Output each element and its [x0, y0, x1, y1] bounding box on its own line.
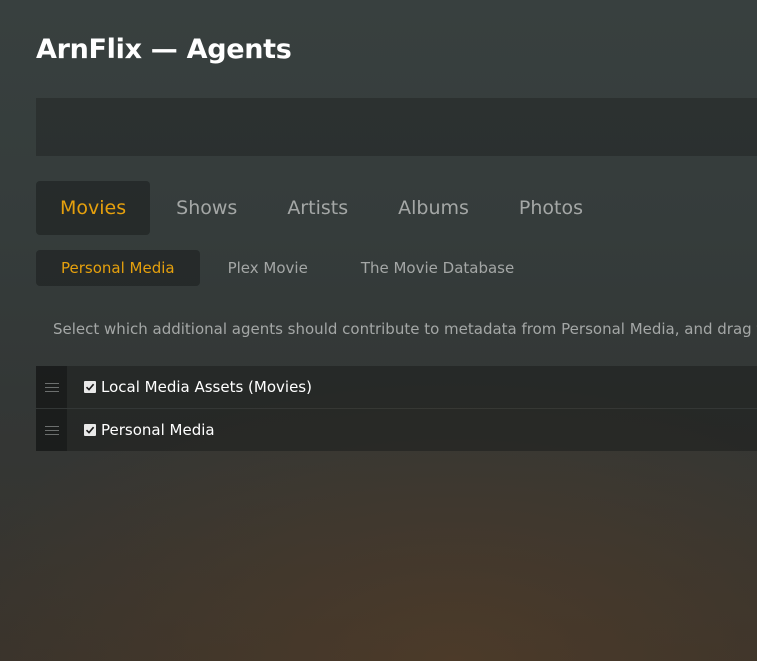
- sub-tab-plex-movie[interactable]: Plex Movie: [203, 250, 333, 286]
- agent-sub-tabs: Personal Media Plex Movie The Movie Data…: [36, 250, 542, 286]
- checkmark-icon: [85, 383, 95, 391]
- drag-handle-icon[interactable]: [36, 409, 67, 451]
- agents-description: Select which additional agents should co…: [53, 320, 757, 338]
- agent-label: Local Media Assets (Movies): [101, 378, 312, 396]
- tab-shows[interactable]: Shows: [152, 181, 261, 235]
- agent-row-personal-media: Personal Media: [36, 409, 757, 451]
- agent-label: Personal Media: [101, 421, 215, 439]
- tab-photos[interactable]: Photos: [495, 181, 607, 235]
- sub-tab-the-movie-database[interactable]: The Movie Database: [336, 250, 539, 286]
- drag-handle-icon[interactable]: [36, 366, 67, 408]
- sub-tab-personal-media[interactable]: Personal Media: [36, 250, 200, 286]
- agent-row-local-media-assets: Local Media Assets (Movies): [36, 366, 757, 408]
- main-tabs: Movies Shows Artists Albums Photos: [36, 181, 609, 235]
- tab-albums[interactable]: Albums: [374, 181, 493, 235]
- agent-list: Local Media Assets (Movies) Personal Med…: [36, 366, 757, 452]
- header-bar: [36, 98, 757, 156]
- agent-checkbox[interactable]: [84, 424, 96, 436]
- agent-checkbox[interactable]: [84, 381, 96, 393]
- page-title: ArnFlix — Agents: [36, 34, 292, 65]
- tab-artists[interactable]: Artists: [263, 181, 372, 235]
- tab-movies[interactable]: Movies: [36, 181, 151, 235]
- checkmark-icon: [85, 426, 95, 434]
